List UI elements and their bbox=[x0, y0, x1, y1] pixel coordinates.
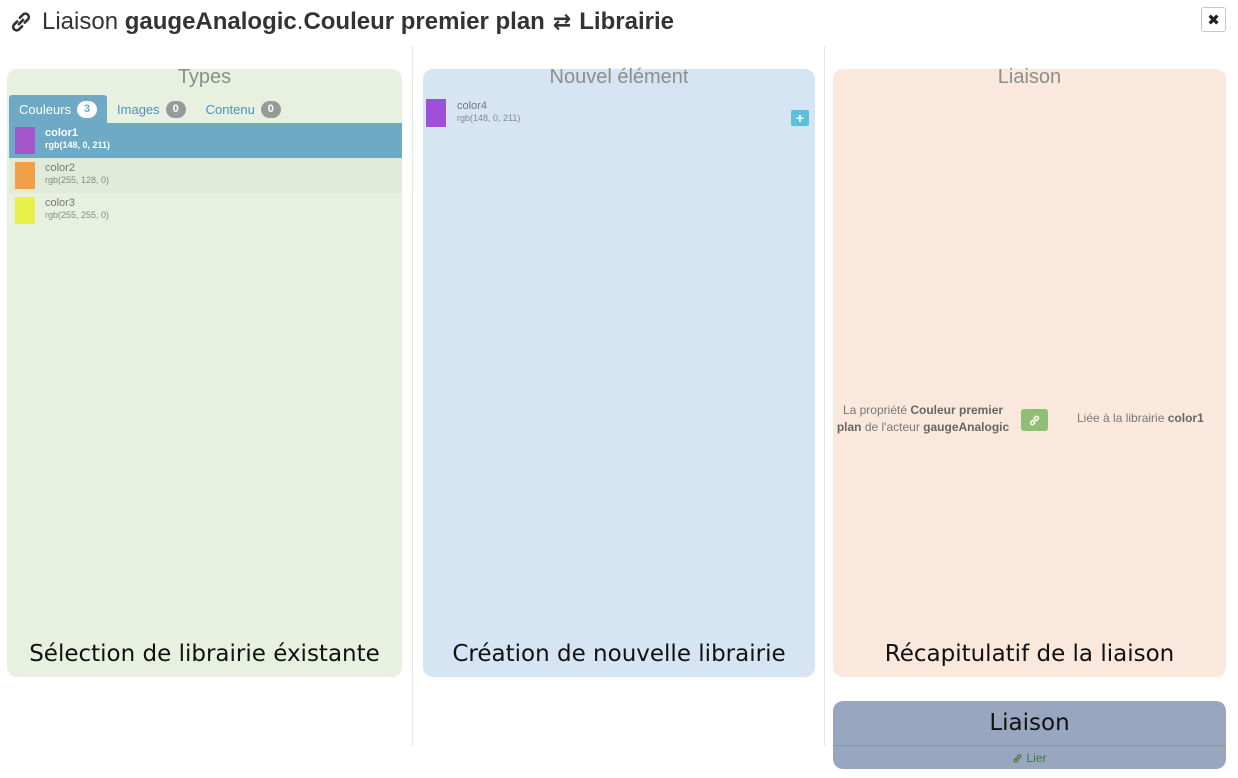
divider bbox=[412, 46, 413, 746]
tab-contenu[interactable]: Contenu 0 bbox=[196, 95, 291, 123]
liaison-box: Liaison Lier bbox=[833, 701, 1226, 769]
summary-text: Liée à la librairie bbox=[1077, 411, 1165, 425]
tab-label: Images bbox=[117, 101, 160, 117]
divider bbox=[824, 46, 825, 746]
count-badge: 3 bbox=[77, 100, 98, 118]
dialog-title: Liaison gaugeAnalogic. Couleur premier pl… bbox=[8, 6, 674, 38]
new-element-caption: Création de nouvelle librairie bbox=[452, 641, 786, 667]
list-item[interactable]: color2 rgb(255, 128, 0) bbox=[9, 158, 402, 193]
summary-text: de l'acteur bbox=[864, 420, 920, 434]
color-value: rgb(148, 0, 211) bbox=[457, 113, 521, 123]
new-color-item[interactable]: color4 rgb(148, 0, 211) bbox=[426, 99, 812, 129]
color-swatch bbox=[426, 99, 446, 127]
liaison-caption: Liaison bbox=[989, 710, 1070, 736]
count-badge: 0 bbox=[260, 100, 281, 118]
new-element-heading: Nouvel élément bbox=[549, 66, 689, 88]
types-panel: Types Couleurs 3 Images 0 Contenu 0 colo… bbox=[7, 66, 402, 677]
color-name: color4 bbox=[457, 100, 487, 112]
summary-actor: gaugeAnalogic bbox=[923, 420, 1010, 434]
color-swatch bbox=[15, 127, 35, 154]
summary-caption: Récapitulatif de la liaison bbox=[884, 641, 1175, 667]
link-icon bbox=[1014, 753, 1022, 763]
color-swatch bbox=[15, 162, 35, 189]
title-sep: . bbox=[296, 8, 304, 35]
types-caption: Sélection de librairie éxistante bbox=[29, 641, 380, 667]
summary-panel: Liaison La propriété Couleur premier pla… bbox=[833, 66, 1226, 677]
list-item[interactable]: color3 rgb(255, 255, 0) bbox=[9, 193, 402, 228]
add-button[interactable]: + bbox=[791, 110, 809, 126]
title-property: Couleur premier plan bbox=[303, 8, 545, 35]
color-list: color1 rgb(148, 0, 211) color2 rgb(255, … bbox=[9, 123, 402, 228]
tab-label: Contenu bbox=[205, 101, 255, 117]
title-target: Librairie bbox=[579, 8, 674, 35]
link-icon bbox=[1029, 415, 1040, 425]
title-prefix: Liaison bbox=[42, 8, 119, 35]
list-item[interactable]: color1 rgb(148, 0, 211) bbox=[9, 123, 402, 158]
color-value: rgb(255, 255, 0) bbox=[45, 210, 110, 220]
lier-button[interactable]: Lier bbox=[833, 745, 1226, 770]
new-element-panel: Nouvel élément color4 rgb(148, 0, 211) +… bbox=[423, 66, 815, 677]
summary-target: Liée à la librairie color1 bbox=[1077, 411, 1204, 425]
tab-couleurs[interactable]: Couleurs 3 bbox=[9, 95, 108, 123]
color-name: color1 bbox=[45, 127, 79, 139]
color-value: rgb(148, 0, 211) bbox=[45, 140, 111, 150]
summary-heading: Liaison bbox=[997, 66, 1062, 88]
link-icon bbox=[11, 12, 31, 32]
summary-source: La propriété Couleur premier plan de l'a… bbox=[833, 402, 1013, 436]
color-name: color3 bbox=[45, 197, 75, 209]
title-actor: gaugeAnalogic bbox=[124, 8, 297, 35]
tab-images[interactable]: Images 0 bbox=[107, 95, 196, 123]
count-badge: 0 bbox=[165, 100, 186, 118]
tab-label: Couleurs bbox=[19, 101, 72, 117]
color-value: rgb(255, 128, 0) bbox=[45, 175, 110, 185]
close-button[interactable]: ✖ bbox=[1201, 7, 1226, 32]
lier-label: Lier bbox=[1026, 751, 1047, 765]
types-tabs: Couleurs 3 Images 0 Contenu 0 bbox=[9, 95, 291, 123]
link-badge bbox=[1021, 409, 1048, 431]
summary-library: color1 bbox=[1167, 411, 1204, 425]
summary-text: La propriété bbox=[842, 403, 907, 417]
color-name: color2 bbox=[45, 162, 75, 174]
swap-icon: ⇄ bbox=[552, 9, 572, 34]
types-heading: Types bbox=[177, 66, 232, 88]
color-swatch bbox=[15, 197, 35, 224]
